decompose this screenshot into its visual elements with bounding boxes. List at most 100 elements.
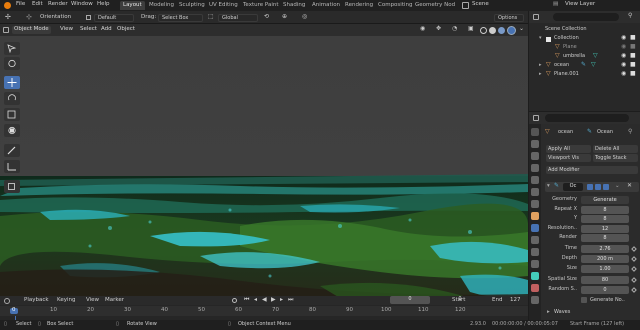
tab-geometry-nodes[interactable]: Geometry Nod [412,1,458,10]
tab-uv-editing[interactable]: UV Editing [206,1,241,10]
tool-tab-icon[interactable] [531,128,539,136]
record-button[interactable] [232,298,237,303]
modifier-name-field[interactable]: Oc [563,183,583,191]
size-field[interactable]: 1.00 [581,265,629,273]
modifier-menu-icon[interactable]: ⌄ [615,183,620,190]
mode-dropdown[interactable]: Object Mode [12,26,51,34]
overlay-icon[interactable]: ◔ [452,26,457,32]
add-cube-tool-icon[interactable] [4,180,20,193]
repeat-y-field[interactable]: 8 [581,215,629,223]
scene-icon[interactable] [462,2,469,9]
options-dropdown[interactable]: Options [494,14,524,22]
material-shading-icon[interactable] [498,27,505,34]
visibility-eye-icon[interactable]: ◉ [621,35,626,41]
filter-icon[interactable]: ⚲ [628,13,632,19]
transform-tool-icon[interactable] [4,124,20,137]
visibility-eye-icon[interactable]: ◉ [621,53,626,59]
tab-rendering[interactable]: Rendering [342,1,376,10]
modifier-panel-header[interactable]: ▾ ✎ Oc ⌄ ✕ [545,182,639,192]
start-field[interactable]: 0 [440,296,480,304]
tab-modeling[interactable]: Modeling [146,1,177,10]
scene-selector[interactable]: Scene [472,1,489,8]
object-tab-icon[interactable] [531,212,539,220]
visibility-icon[interactable]: ◉ [420,26,425,32]
blender-logo-icon[interactable] [4,2,11,9]
outliner-row[interactable]: ▸ ▽ ocean ✎ ▽ ◉ ■ [529,62,640,70]
physics-tab-icon[interactable] [531,248,539,256]
resolution-field[interactable]: 12 [581,225,629,233]
outliner-row[interactable]: ▾ Collection ◉ ■ [529,35,640,43]
outliner-editor-icon[interactable] [533,14,539,20]
jump-start-icon[interactable]: ⏮ [244,297,249,303]
output-tab-icon[interactable] [531,152,539,160]
outliner-row[interactable]: ▸ ▽ Plane.001 ◉ ■ [529,71,640,79]
properties-editor-icon[interactable] [533,115,539,121]
menu-file[interactable]: File [16,1,25,8]
repeat-x-field[interactable]: 8 [581,206,629,214]
visibility-eye-icon[interactable]: ◉ [621,44,626,50]
collapse-icon[interactable]: ▾ [547,183,550,190]
orientation-dropdown[interactable]: Default [94,14,134,22]
3d-viewport[interactable] [0,36,528,323]
next-keyframe-icon[interactable]: ▸ [280,297,283,303]
time-field[interactable]: 2.76 [581,245,629,253]
solid-shading-icon[interactable] [489,27,496,34]
editor-type-icon[interactable] [3,27,9,33]
keyframe-dot-icon[interactable] [631,287,637,293]
view-layer-icon[interactable]: ▤ [553,1,558,8]
texture-tab-icon[interactable] [531,296,539,304]
apply-all-button[interactable]: Apply All [546,145,591,153]
move-tool-icon[interactable]: ✢ [5,14,11,21]
timeline-editor[interactable]: Playback Keying View Marker ⏮ ◂ ◀ ▶ ▸ ⏭ … [0,296,528,323]
scene-collection-label[interactable]: Scene Collection [545,27,587,32]
constraints-tab-icon[interactable] [531,260,539,268]
world-tab-icon[interactable] [531,188,539,196]
render-camera-icon[interactable]: ■ [630,44,636,50]
move-tool-icon[interactable] [4,76,20,89]
outliner-row[interactable]: ▽ umbrella ▽ ◉ ■ [529,53,640,61]
menu-view[interactable]: View [58,26,75,34]
gizmo-icon[interactable]: ✥ [436,26,441,32]
view-layer-tab-icon[interactable] [531,164,539,172]
shading-options-icon[interactable]: ⌄ [519,26,524,32]
waves-subpanel-label[interactable]: Waves [554,310,570,315]
menu-marker[interactable]: Marker [105,297,124,304]
delete-all-button[interactable]: Delete All [593,145,638,153]
particles-tab-icon[interactable] [531,236,539,244]
data-tab-icon[interactable] [531,272,539,280]
scene-tab-icon[interactable] [531,176,539,184]
menu-render[interactable]: Render [48,1,68,8]
viewport-toggle-icon[interactable] [595,184,601,190]
wireframe-shading-icon[interactable] [480,27,487,34]
expand-icon[interactable]: ▸ [539,72,542,77]
current-frame-field[interactable]: 0 [390,296,430,304]
spatial-size-field[interactable]: 80 [581,276,629,284]
viewport-vis-button[interactable]: Viewport Vis [546,154,591,162]
depth-field[interactable]: 200 m [581,255,629,263]
playhead-frame[interactable]: 0 [10,307,18,314]
transform-icon[interactable]: ⊹ [26,14,32,21]
add-modifier-dropdown[interactable]: Add Modifier [546,166,638,174]
menu-select[interactable]: Select [78,26,99,34]
tab-layout[interactable]: Layout [120,1,145,10]
expand-icon[interactable]: ▸ [539,63,542,68]
tab-texture-paint[interactable]: Texture Paint [240,1,282,10]
tab-compositing[interactable]: Compositing [375,1,415,10]
pin-icon[interactable]: ⚲ [628,129,632,135]
tab-sculpting[interactable]: Sculpting [176,1,208,10]
annotate-tool-icon[interactable] [4,144,20,157]
keyframe-dot-icon[interactable] [631,256,637,262]
transform-orientation-dropdown[interactable]: Global [218,14,258,22]
tab-shading[interactable]: Shading [280,1,308,10]
properties-search-field[interactable] [545,114,629,122]
measure-tool-icon[interactable] [4,160,20,173]
toggle-stack-button[interactable]: Toggle Stack [593,154,638,162]
menu-playback[interactable]: Playback [24,297,49,304]
render-tab-icon[interactable] [531,140,539,148]
keyframe-dot-icon[interactable] [631,246,637,252]
menu-keying[interactable]: Keying [57,297,75,304]
menu-edit[interactable]: Edit [32,1,43,8]
render-camera-icon[interactable]: ■ [630,53,636,59]
expand-icon[interactable]: ▾ [539,36,542,41]
end-field[interactable]: 127 [510,297,521,304]
